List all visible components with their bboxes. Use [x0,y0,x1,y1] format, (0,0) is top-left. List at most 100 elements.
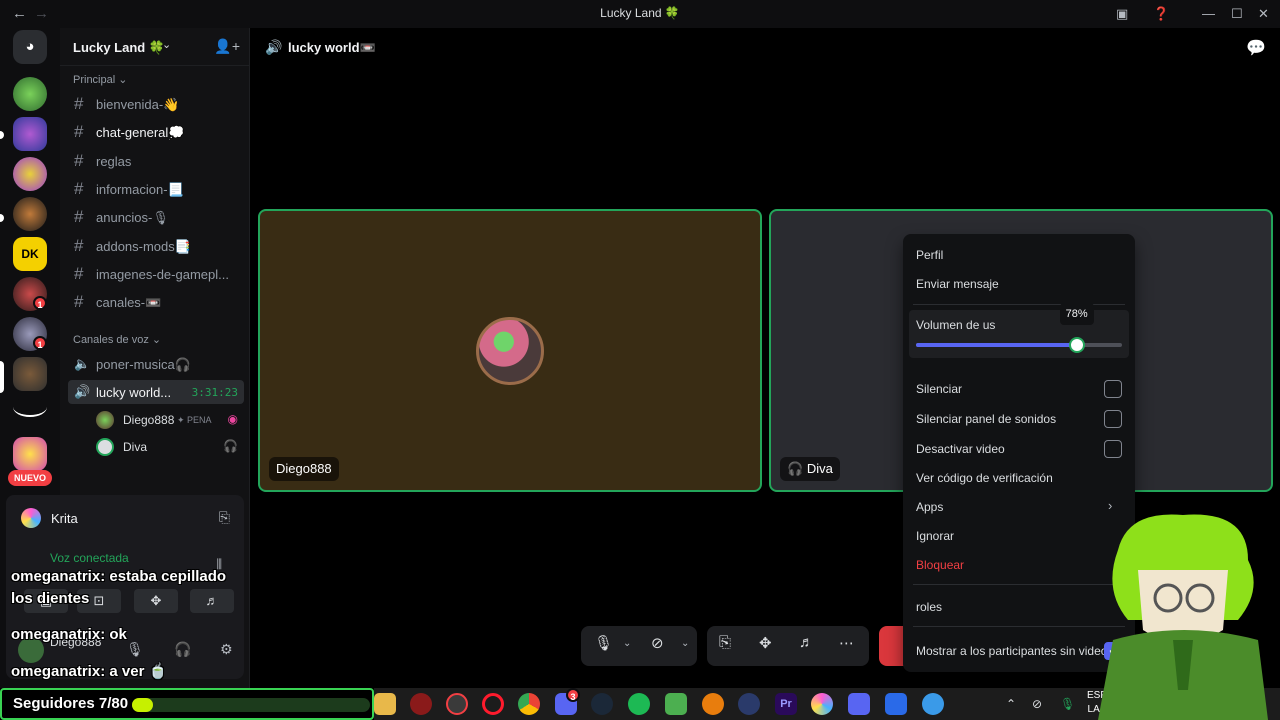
server-icon[interactable]: DK [13,237,47,271]
volume-handle[interactable] [1068,337,1085,353]
window-titlebar: ← → Lucky Land 🍀 ▣ ❓ — ☐ ✕ [0,0,1280,28]
channel-reglas[interactable]: # reglas [68,149,244,173]
channel-informacion[interactable]: # informacion-📃 [68,177,244,201]
user-panel: Krita ⎘ Voz conectada ⫼ ▣ ⊡ ✥ ♬ Diego888… [6,495,244,679]
more-options-icon[interactable]: ⋯ [839,634,854,652]
followers-progress-track [132,698,370,712]
soundboard-icon[interactable]: ♬ [799,634,814,651]
voice-user-diego888[interactable]: Diego888 ✦ PENA ◉ [96,409,246,431]
speaker-icon: 🔈 [74,356,91,371]
volume-slider[interactable]: 78% [916,303,1122,353]
chevron-down-icon[interactable]: ⌄ [623,638,631,649]
overlay-chat-line: omeganatrix: ok [11,626,127,643]
file-explorer-icon[interactable] [374,693,396,715]
menu-item-disable-video[interactable]: Desactivar video [916,442,1005,456]
menu-item-apps[interactable]: Apps [916,500,943,514]
store-icon[interactable] [885,693,907,715]
chat-username: omeganatrix: [11,663,106,680]
user-tag: ✦ PENA [177,415,212,425]
minecraft-icon[interactable] [665,693,687,715]
server-header[interactable]: Lucky Land 🍀 ⌄ 👤+ [60,28,250,66]
app-icon[interactable] [738,693,760,715]
server-icon[interactable] [13,437,47,471]
unread-indicator [0,131,4,139]
unread-indicator [0,214,4,222]
server-icon-lucky-land[interactable] [13,357,47,391]
selected-indicator [0,361,4,393]
settings-gear-icon[interactable]: ⚙ [220,641,233,658]
close-icon[interactable]: ✕ [1258,6,1269,22]
voice-channel-poner-musica[interactable]: 🔈 poner-musica🎧 [68,352,244,376]
menu-item-block[interactable]: Bloquear [916,558,964,572]
menu-item-profile[interactable]: Perfil [916,248,943,262]
app-icon[interactable] [410,693,432,715]
chevron-up-icon[interactable]: ⌃ [1006,697,1016,711]
steam-icon[interactable] [591,693,613,715]
mention-badge: 1 [33,336,47,350]
disable-video-checkbox[interactable] [1104,440,1122,458]
voice-user-diva[interactable]: Diva 🎧 [96,436,246,458]
chrome-icon[interactable] [518,693,540,715]
overlay-chat-line: omeganatrix: a ver 🍵 [11,662,167,680]
screen-share-icon[interactable]: ⎘ [719,634,731,651]
invite-people-icon[interactable]: 👤+ [214,38,240,55]
category-voice[interactable]: Canales de voz ⌄ [73,333,161,346]
participant-tile-diego888[interactable]: Diego888 [258,209,762,492]
discord-home-icon[interactable]: ◕ [13,30,47,64]
channel-imagenes[interactable]: # imagenes-de-gamepl... [68,262,244,286]
mute-soundboard-checkbox[interactable] [1104,410,1122,428]
server-icon[interactable] [13,397,47,417]
minimize-icon[interactable]: — [1202,6,1215,21]
maximize-icon[interactable]: ☐ [1231,6,1243,22]
divider [913,626,1125,627]
microphone-icon[interactable]: 🎙 [594,634,613,652]
help-icon[interactable]: ❓ [1153,6,1169,22]
chat-bubble-icon[interactable]: 💬 [1246,38,1266,58]
menu-item-send-message[interactable]: Enviar mensaje [916,277,999,291]
krita-icon[interactable] [811,693,833,715]
menu-item-ignore[interactable]: Ignorar [916,529,954,543]
hash-icon: # [74,179,84,198]
menu-item-verify-code[interactable]: Ver código de verificación [916,471,1053,485]
menu-item-mute[interactable]: Silenciar [916,382,962,396]
voice-connected-status[interactable]: Voz conectada [50,551,129,565]
mention-badge: 1 [33,296,47,310]
activities-icon[interactable]: ✥ [759,634,772,652]
headphones-icon[interactable]: 🎧 [174,641,191,658]
activities-button[interactable]: ✥ [134,589,178,613]
spotify-icon[interactable] [628,693,650,715]
channel-chat-general[interactable]: # chat-general💭 [68,120,244,144]
server-icon[interactable] [13,77,47,111]
followers-progress-fill [132,698,153,712]
menu-item-roles[interactable]: roles [916,600,942,614]
microphone-icon[interactable]: 🎙 [1060,697,1075,711]
menu-item-mute-soundboard[interactable]: Silenciar panel de sonidos [916,412,1056,426]
opera-icon[interactable] [482,693,504,715]
blender-icon[interactable] [702,693,724,715]
camera-off-icon[interactable]: ⊘ [651,634,664,652]
microphone-icon[interactable]: 🎙 [126,641,144,658]
network-icon[interactable]: ⊘ [1032,697,1042,711]
channel-addons-mods[interactable]: # addons-mods📑 [68,234,244,258]
server-icon[interactable] [13,117,47,151]
channel-canales[interactable]: # canales-📼 [68,290,244,314]
premiere-icon[interactable]: Pr [775,693,797,715]
voice-channel-lucky-world[interactable]: 🔊 lucky world... 3:31:23 [68,380,244,404]
soundboard-button[interactable]: ♬ [190,589,234,613]
server-icon[interactable] [13,197,47,231]
category-principal[interactable]: Principal ⌄ [73,73,127,86]
participant-name-label: 🎧 Diva [780,457,840,481]
inbox-icon[interactable]: ▣ [1116,6,1128,22]
mute-checkbox[interactable] [1104,380,1122,398]
channel-anuncios[interactable]: # anuncios-🎙 [68,205,244,229]
deafened-icon: 🎧 [787,461,804,476]
app-icon[interactable] [446,693,468,715]
chevron-down-icon[interactable]: ⌄ [681,638,689,649]
app-icon[interactable] [922,693,944,715]
app-icon[interactable] [848,693,870,715]
server-icon[interactable] [13,157,47,191]
stream-activity-icon[interactable]: ⎘ [219,509,230,526]
hash-icon: # [74,236,84,255]
channel-bienvenida[interactable]: # bienvenida-👋 [68,92,244,116]
menu-item-show-non-video[interactable]: Mostrar a los participantes sin video [916,644,1107,658]
